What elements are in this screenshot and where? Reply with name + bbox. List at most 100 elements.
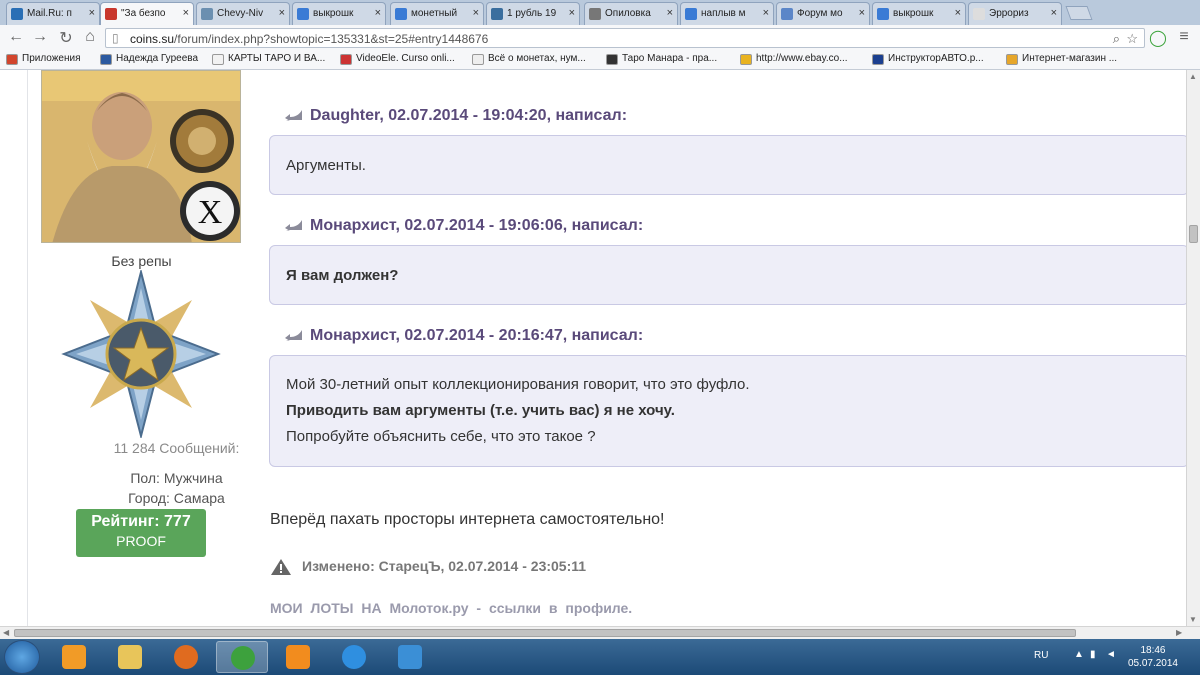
bookmark-label: http://www.ebay.co...	[756, 53, 848, 64]
tab-close-icon[interactable]: ×	[955, 7, 961, 19]
tab-close-icon[interactable]: ×	[569, 7, 575, 19]
favicon-icon	[589, 8, 601, 20]
bookmark-7[interactable]: http://www.ebay.co...	[740, 53, 848, 65]
menu-icon[interactable]: ≡	[1174, 28, 1194, 46]
tab-10[interactable]: выкрошк ×	[872, 2, 966, 25]
back-icon[interactable]: ←	[6, 28, 26, 46]
tab-8[interactable]: наплыв м ×	[680, 2, 774, 25]
scroll-right-icon[interactable]: ▶	[1176, 628, 1182, 637]
bookmark-favicon-icon	[1006, 54, 1018, 65]
tab-1[interactable]: Mail.Ru: п ×	[6, 2, 100, 25]
bookmark-5[interactable]: Всё о монетах, нум...	[472, 53, 586, 65]
start-button[interactable]	[4, 640, 40, 674]
city-field: Город: Самара	[128, 490, 225, 506]
bookmark-favicon-icon	[340, 54, 352, 65]
avast-icon	[286, 645, 310, 669]
taskbar-chrome[interactable]	[216, 641, 268, 673]
tab-close-icon[interactable]: ×	[89, 7, 95, 19]
navigation-bar: ← → ↻ ⌂ ▯ coins.su/forum/index.php?showt…	[0, 25, 1200, 51]
tray-arrow-icon[interactable]: ▲	[1074, 649, 1084, 660]
tab-title: Эррориз	[989, 8, 1029, 19]
post-count: 11 284 Сообщений:	[113, 440, 240, 456]
reload-icon[interactable]: ↻	[56, 28, 76, 48]
ie-icon	[342, 645, 366, 669]
horizontal-scrollbar[interactable]: ◀ ▶	[0, 626, 1200, 639]
taskbar-explorer[interactable]	[104, 641, 156, 673]
favicon-icon	[685, 8, 697, 20]
volume-icon[interactable]: ◄	[1106, 649, 1116, 660]
tab-4[interactable]: выкрошк ×	[292, 2, 386, 25]
clock-time: 18:46	[1140, 645, 1166, 656]
tab-title: выкрошк	[313, 8, 354, 19]
address-bar[interactable]: ▯ coins.su/forum/index.php?showtopic=135…	[105, 28, 1145, 48]
search-icon[interactable]: ⌕	[1113, 31, 1120, 47]
taskbar-remote[interactable]	[384, 641, 436, 673]
tab-close-icon[interactable]: ×	[183, 7, 189, 19]
forward-icon[interactable]: →	[30, 28, 50, 46]
tab-close-icon[interactable]: ×	[1051, 7, 1057, 19]
bookmark-favicon-icon	[472, 54, 484, 65]
bookmark-9[interactable]: Интернет-магазин ...	[1006, 53, 1118, 65]
svg-text:X: X	[198, 194, 223, 231]
extension-icon[interactable]: ◯	[1148, 28, 1168, 48]
bookmark-8[interactable]: ИнструкторАВТО.р...	[872, 53, 984, 65]
quote-arrow-icon	[285, 220, 302, 231]
tab-6[interactable]: 1 рубль 19 ×	[486, 2, 580, 25]
favicon-icon	[491, 8, 503, 20]
tab-title: выкрошк	[893, 8, 934, 19]
tab-9[interactable]: Форум мо ×	[776, 2, 870, 25]
tab-close-icon[interactable]: ×	[763, 7, 769, 19]
bookmark-4[interactable]: VideoEle. Curso onli...	[340, 53, 455, 65]
tab-11[interactable]: Эррориз ×	[968, 2, 1062, 25]
bookmark-label: VideoEle. Curso onli...	[356, 53, 455, 64]
tab-close-icon[interactable]: ×	[279, 7, 285, 19]
tab-close-icon[interactable]: ×	[473, 7, 479, 19]
url-host: coins.su	[130, 32, 175, 46]
tab-close-icon[interactable]: ×	[375, 7, 381, 19]
tab-title: наплыв м	[701, 8, 746, 19]
quote-header-2: Монархист, 02.07.2014 - 19:06:06, написа…	[284, 217, 643, 235]
bookmark-favicon-icon	[740, 54, 752, 65]
vertical-scrollbar[interactable]: ▲ ▼	[1186, 70, 1200, 626]
quote-text: Попробуйте объяснить себе, что это такое…	[286, 428, 596, 445]
signature-link[interactable]: МОИ ЛОТЫ НА Молоток.ру - ссылки в профил…	[270, 600, 632, 616]
bookmark-1[interactable]: Приложения	[6, 53, 81, 65]
bookmark-star-icon[interactable]: ☆	[1126, 31, 1138, 47]
tab-close-icon[interactable]: ×	[859, 7, 865, 19]
tab-2[interactable]: "За безпо ×	[100, 2, 194, 26]
tab-7[interactable]: Опиловка ×	[584, 2, 678, 25]
rating-badge[interactable]: Рейтинг: 777 PROOF	[76, 509, 206, 557]
language-indicator[interactable]: RU	[1034, 650, 1048, 661]
taskbar-ie[interactable]	[328, 641, 380, 673]
vertical-scroll-thumb[interactable]	[1189, 225, 1198, 243]
edited-note: Изменено: СтарецЪ, 02.07.2014 - 23:05:11	[270, 558, 586, 575]
post-text: Вперёд пахать просторы интернета самосто…	[270, 511, 665, 528]
taskbar-media-player[interactable]	[48, 641, 100, 673]
bookmark-favicon-icon	[872, 54, 884, 65]
new-tab-button[interactable]	[1065, 6, 1093, 20]
scroll-up-icon[interactable]: ▲	[1189, 72, 1197, 81]
scroll-left-icon[interactable]: ◀	[3, 628, 9, 637]
taskbar-avast[interactable]	[272, 641, 324, 673]
bookmark-label: Интернет-магазин ...	[1022, 53, 1118, 64]
quote-arrow-icon	[285, 330, 302, 341]
bookmark-2[interactable]: Надежда Гуреева	[100, 53, 198, 65]
scroll-down-icon[interactable]: ▼	[1189, 615, 1197, 624]
horizontal-scroll-thumb[interactable]	[14, 629, 1076, 637]
quote-box-1: Аргументы.	[269, 135, 1186, 195]
tab-title: "За безпо	[121, 8, 166, 19]
home-icon[interactable]: ⌂	[80, 28, 100, 46]
bookmark-6[interactable]: Таро Манара - пра...	[606, 53, 717, 65]
favicon-icon	[297, 8, 309, 20]
bookmark-3[interactable]: КАРТЫ ТАРО И ВА...	[212, 53, 325, 65]
browser-chrome: Mail.Ru: п × "За безпо × Chevy-Niv × выкрошк × м…	[0, 0, 1200, 70]
clock[interactable]: 18:46 05.07.2014	[1128, 644, 1178, 670]
network-icon[interactable]: ▮	[1090, 649, 1096, 660]
tab-close-icon[interactable]: ×	[667, 7, 673, 19]
firefox-icon	[174, 645, 198, 669]
bookmark-label: Приложения	[22, 53, 81, 64]
tab-3[interactable]: Chevy-Niv ×	[196, 2, 290, 25]
tab-5[interactable]: монетный ×	[390, 2, 484, 25]
bookmarks-bar: Приложения Надежда Гуреева КАРТЫ ТАРО И ВА…	[0, 51, 1200, 70]
taskbar-firefox[interactable]	[160, 641, 212, 673]
